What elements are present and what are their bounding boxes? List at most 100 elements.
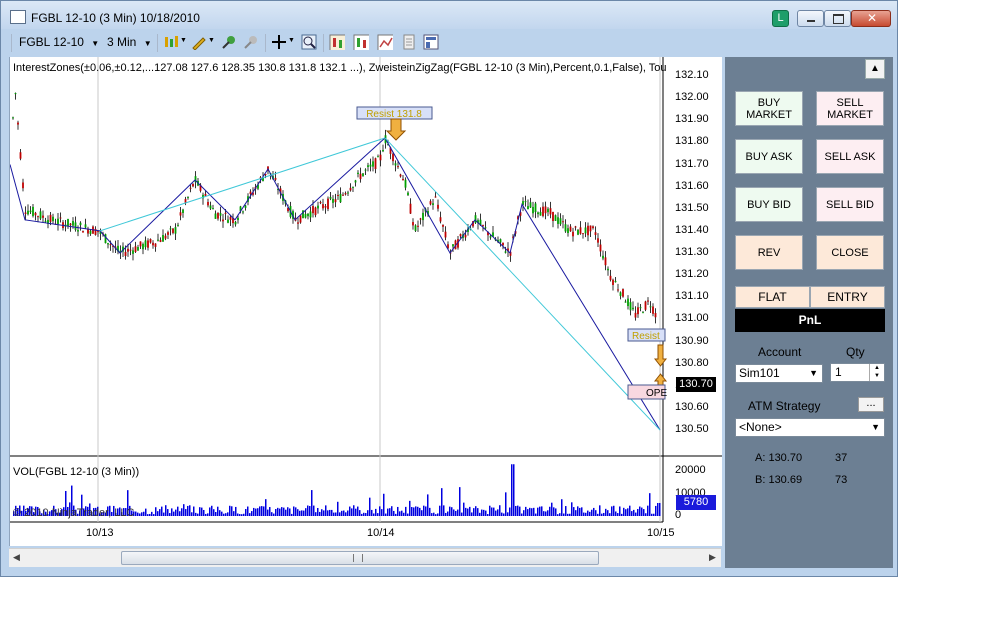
close-button[interactable]: ✕ — [851, 10, 891, 27]
candle-body — [362, 173, 364, 177]
strategies-icon[interactable] — [377, 34, 393, 50]
candle-body — [179, 212, 182, 216]
snap-mode-icon[interactable] — [221, 34, 237, 50]
volume-bar — [575, 510, 577, 516]
spin-icon[interactable]: ▲ ▼ — [869, 364, 884, 381]
candle-body — [532, 206, 534, 214]
price-tick-label: 131.20 — [675, 268, 709, 281]
volume-bar — [301, 510, 303, 516]
chart-toolbar: FGBL 12-10 ▼ 3 Min ▼ ▼ ▼ ▼ — [9, 31, 719, 55]
volume-bar — [617, 513, 619, 516]
volume-bar — [469, 506, 471, 516]
volume-bar — [609, 513, 611, 516]
candle-body — [382, 149, 384, 152]
candle-body — [577, 229, 579, 235]
volume-bar — [311, 490, 313, 516]
volume-bar — [489, 505, 491, 516]
data-box-icon[interactable] — [329, 34, 345, 50]
candle-body — [177, 224, 179, 226]
resist-zone-label: Resist 131.8 — [366, 109, 422, 120]
scroll-right-icon[interactable]: ▶ — [709, 552, 716, 563]
bid-price: B: 130.69 — [755, 474, 803, 486]
volume-bar — [535, 513, 537, 516]
price-chart[interactable]: Resist 131.8 Resist OPE InterestZones(±0.0… — [9, 57, 722, 546]
volume-bar — [405, 506, 407, 516]
candle-body — [49, 214, 52, 222]
quantity-stepper[interactable]: 1 ▲ ▼ — [830, 363, 885, 382]
reverse-button[interactable]: REV — [735, 235, 803, 270]
collapse-panel-button[interactable]: ▲ — [865, 59, 885, 79]
candle-body — [244, 205, 247, 208]
candle-body — [572, 231, 574, 237]
volume-bar — [211, 505, 213, 516]
candle-body — [612, 279, 614, 285]
volume-bar — [423, 505, 425, 516]
candle-body — [17, 122, 19, 125]
properties-icon[interactable] — [401, 34, 417, 50]
remove-drawings-icon[interactable] — [243, 34, 259, 50]
atm-strategy-select[interactable]: <None> ▼ — [735, 418, 885, 437]
candle-body — [619, 292, 622, 296]
atm-options-button[interactable]: ... — [858, 397, 884, 412]
account-select[interactable]: Sim101 ▼ — [735, 364, 823, 383]
crosshair-icon[interactable] — [271, 34, 287, 50]
volume-bar — [209, 507, 211, 516]
sell-ask-button[interactable]: SELL ASK — [816, 139, 884, 174]
scroll-left-icon[interactable]: ◀ — [13, 552, 20, 563]
title-bar[interactable]: FGBL 12-10 (3 Min) 10/18/2010 L ✕ — [1, 1, 897, 29]
volume-bar — [579, 507, 581, 516]
candle-body — [614, 280, 617, 283]
scrollbar-thumb[interactable] — [121, 551, 599, 565]
instrument-label: FGBL 12-10 — [19, 35, 84, 49]
interval-selector[interactable]: 3 Min ▼ — [107, 35, 152, 49]
volume-bar — [455, 510, 457, 516]
candle-body — [57, 218, 59, 225]
candle-body — [607, 268, 609, 271]
minimize-button[interactable] — [797, 10, 824, 27]
volume-bar — [313, 505, 315, 516]
sell-market-button[interactable]: SELL MARKET — [816, 91, 884, 126]
volume-bar — [267, 509, 269, 516]
volume-bar — [587, 510, 589, 516]
bar-type-icon[interactable] — [163, 34, 179, 50]
volume-bar — [317, 507, 319, 516]
drawing-tool-icon[interactable] — [191, 34, 207, 50]
volume-tick-label: 0 — [675, 509, 682, 521]
sell-bid-button[interactable]: SELL BID — [816, 187, 884, 222]
close-position-button[interactable]: CLOSE — [816, 235, 884, 270]
volume-bar — [199, 507, 201, 516]
volume-bar — [655, 505, 657, 516]
link-button[interactable]: L — [772, 10, 789, 27]
volume-bar — [457, 509, 459, 516]
candle-body — [499, 239, 502, 243]
candle-body — [59, 217, 62, 219]
candle-body — [579, 227, 582, 234]
volume-bar — [495, 510, 497, 516]
chart-scrollbar[interactable]: ◀ ▶ — [9, 548, 721, 567]
candle-body — [379, 154, 382, 161]
volume-bar — [223, 513, 225, 516]
instrument-selector[interactable]: FGBL 12-10 ▼ — [19, 35, 99, 49]
volume-bar — [135, 511, 137, 516]
volume-bar — [259, 506, 261, 516]
volume-bar — [269, 507, 271, 516]
volume-bar — [263, 506, 265, 516]
candle-body — [642, 312, 644, 314]
volume-bar — [159, 509, 161, 516]
candle-body — [602, 255, 604, 259]
last-price-tag: 130.70 — [676, 377, 716, 392]
buy-market-button[interactable]: BUY MARKET — [735, 91, 803, 126]
buy-bid-button[interactable]: BUY BID — [735, 187, 803, 222]
buy-ask-button[interactable]: BUY ASK — [735, 139, 803, 174]
volume-bar — [601, 513, 603, 516]
indicators-icon[interactable] — [353, 34, 369, 50]
volume-bar — [581, 507, 583, 516]
volume-bar — [467, 508, 469, 516]
price-tick-label: 131.70 — [675, 157, 709, 170]
candle-body — [72, 220, 74, 226]
maximize-button[interactable] — [824, 10, 851, 27]
chart-trader-icon[interactable] — [423, 34, 439, 50]
candle-body — [542, 206, 544, 216]
volume-bar — [517, 505, 519, 516]
zoom-icon[interactable] — [301, 34, 317, 50]
